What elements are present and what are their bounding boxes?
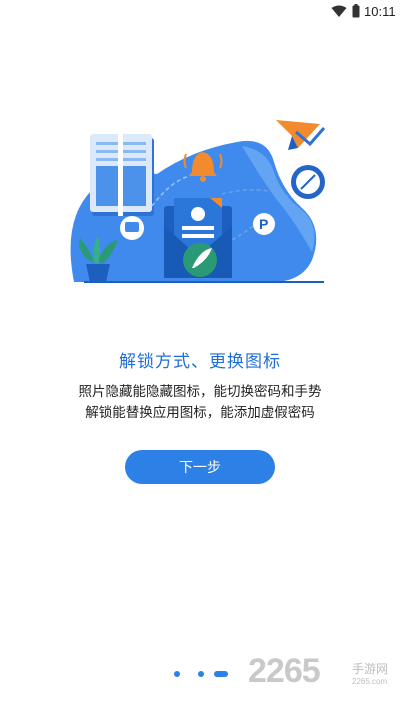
status-time: 10:11 xyxy=(364,4,396,19)
status-bar: 10:11 xyxy=(0,0,400,24)
chat-bubble-icon xyxy=(120,216,144,240)
next-button[interactable]: 下一步 xyxy=(125,450,275,484)
parking-badge-icon: P xyxy=(253,213,275,235)
paper-plane-icon xyxy=(276,120,326,150)
watermark-number: 2265 xyxy=(248,652,321,690)
battery-icon xyxy=(352,4,360,18)
watermark-logo: 2265 手游网 2265.com xyxy=(248,652,398,702)
compass-icon xyxy=(291,165,325,199)
description-line-1: 照片隐藏能隐藏图标，能切换密码和手势 xyxy=(78,384,322,400)
page-indicator xyxy=(172,671,232,679)
watermark-text: 手游网 xyxy=(352,662,389,676)
svg-text:P: P xyxy=(259,216,268,232)
onboarding-title: 解锁方式、更换图标 xyxy=(119,352,281,372)
onboarding-illustration: P xyxy=(70,120,326,283)
document-stack-icon xyxy=(90,134,154,216)
description-line-2: 解锁能替换应用图标，能添加虚假密码 xyxy=(85,405,315,421)
onboarding-description: 照片隐藏能隐藏图标，能切换密码和手势 解锁能替换应用图标，能添加虚假密码 xyxy=(0,382,400,424)
page-indicator-dot-1[interactable] xyxy=(174,671,180,677)
feather-badge-icon xyxy=(183,243,217,277)
page-indicator-dot-2[interactable] xyxy=(198,671,204,677)
page-indicator-dot-3-active[interactable] xyxy=(214,671,228,677)
wifi-icon xyxy=(331,5,347,17)
watermark-url: 2265.com xyxy=(352,677,388,686)
